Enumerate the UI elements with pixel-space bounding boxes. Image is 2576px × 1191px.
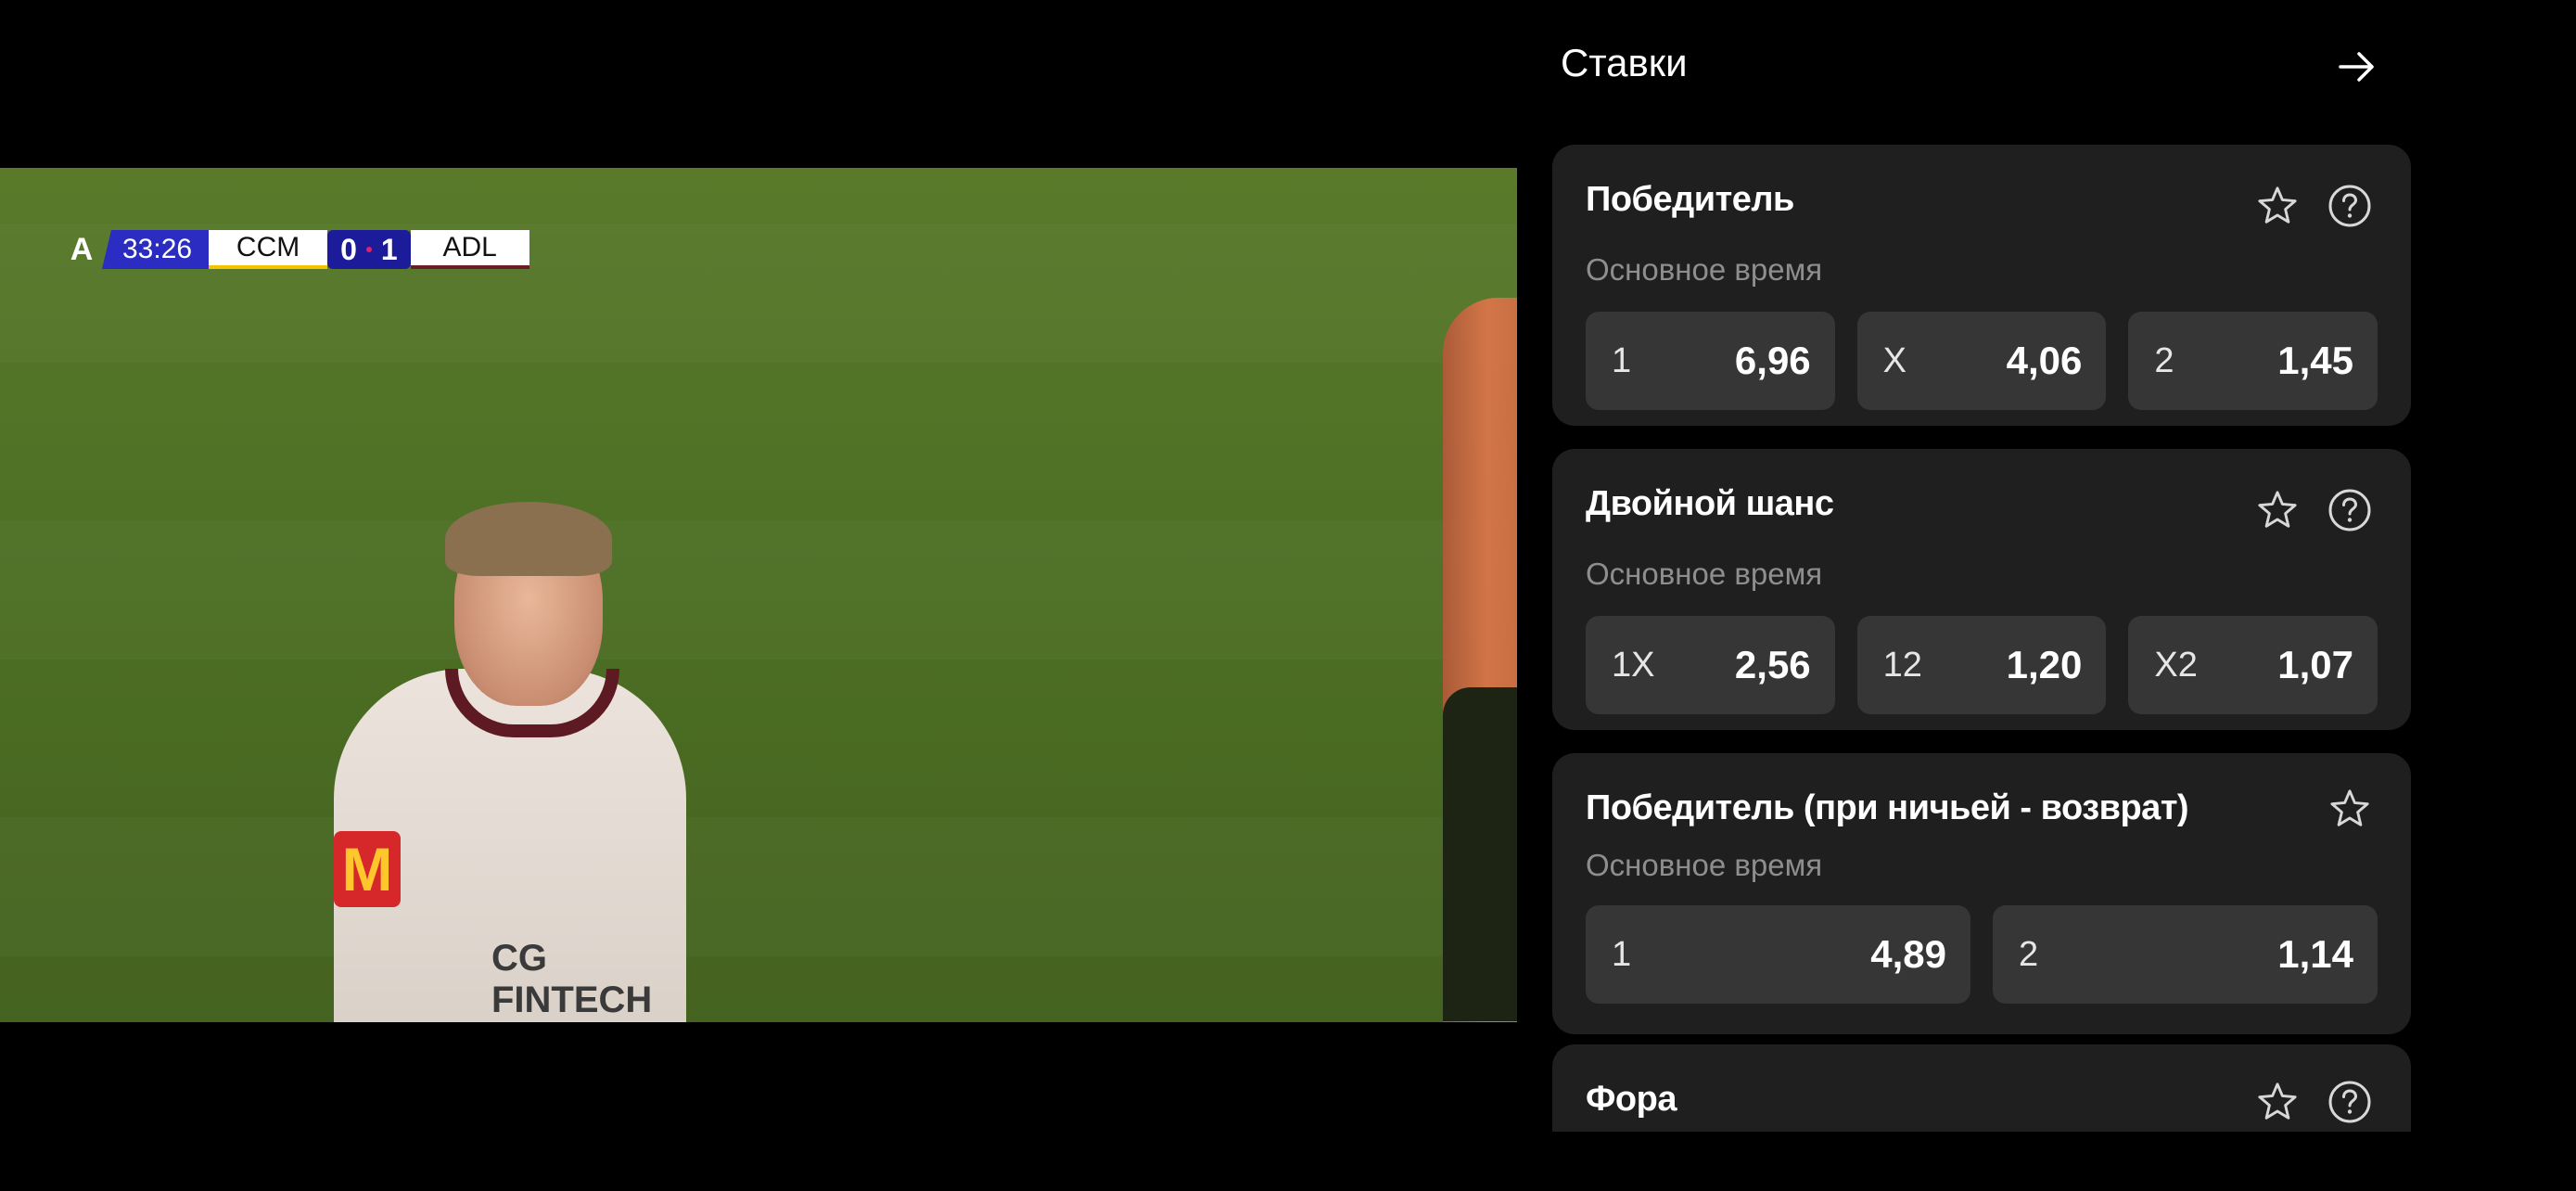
- arrow-right-icon: [2339, 52, 2374, 82]
- odd-value: 2,56: [1734, 643, 1811, 686]
- star-icon: [2258, 1082, 2297, 1120]
- market-card: Победитель (при ничьей - возврат) Основн…: [1552, 753, 2411, 1034]
- market-title: Победитель: [1586, 180, 1794, 219]
- match-clock: 33:26: [102, 230, 210, 269]
- panel-title: Ставки: [1561, 41, 1688, 84]
- star-icon: [2258, 186, 2297, 224]
- away-score: 1: [380, 232, 398, 266]
- odd-button[interactable]: 2 1,14: [1993, 905, 2378, 1004]
- close-panel-button[interactable]: [2335, 45, 2379, 89]
- odd-button[interactable]: 1 4,89: [1586, 905, 1970, 1004]
- odd-label: 12: [1882, 645, 1922, 685]
- odds-row: 1 4,89 2 1,14: [1586, 905, 2378, 1004]
- star-icon: [2258, 491, 2297, 528]
- favorite-button[interactable]: [2253, 486, 2302, 534]
- question-icon: [2328, 489, 2371, 531]
- star-icon: [2330, 789, 2369, 826]
- odd-label: 1X: [1612, 645, 1655, 685]
- odd-label: 1: [1612, 934, 1632, 974]
- match-score: 0 1: [327, 230, 411, 269]
- odd-button[interactable]: X2 1,07: [2128, 616, 2378, 714]
- help-button[interactable]: [2326, 1078, 2374, 1126]
- app-root: M CG FINTECH A 33:26 CCM 0 1 ADL Ставки …: [0, 0, 2576, 1191]
- question-icon: [2328, 185, 2371, 227]
- odd-label: 1: [1612, 340, 1632, 380]
- player-figure: M CG FINTECH: [315, 502, 705, 1022]
- odd-label: 2: [2019, 934, 2039, 974]
- odd-button[interactable]: 1X 2,56: [1586, 616, 1835, 714]
- odd-value: 6,96: [1734, 339, 1811, 382]
- odds-row: 1X 2,56 12 1,20 X2 1,07: [1586, 616, 2378, 714]
- odd-button[interactable]: 1 6,96: [1586, 312, 1835, 410]
- market-card: Фора: [1552, 1044, 2411, 1132]
- home-score: 0: [340, 232, 357, 266]
- odd-label: X2: [2154, 645, 2198, 685]
- player-hair: [445, 502, 612, 576]
- help-button[interactable]: [2326, 182, 2374, 230]
- odd-value: 1,20: [2006, 643, 2083, 686]
- market-period: Основное время: [1586, 848, 1823, 882]
- question-icon: [2328, 1081, 2371, 1123]
- market-period: Основное время: [1586, 557, 1823, 591]
- market-title: Двойной шанс: [1586, 484, 1834, 523]
- help-button[interactable]: [2326, 486, 2374, 534]
- shirt-sponsor: CG FINTECH: [491, 938, 653, 1020]
- odds-row: 1 6,96 X 4,06 2 1,45: [1586, 312, 2378, 410]
- market-title: Победитель (при ничьей - возврат): [1586, 788, 2189, 827]
- score-bug: A 33:26 CCM 0 1 ADL: [61, 230, 529, 269]
- video-player[interactable]: M CG FINTECH: [0, 168, 1517, 1022]
- markets-list[interactable]: Победитель Основное время 1 6,96 X 4,06 …: [1552, 145, 2411, 1132]
- market-card: Победитель Основное время 1 6,96 X 4,06 …: [1552, 145, 2411, 426]
- favorite-button[interactable]: [2326, 785, 2374, 833]
- pitch-stripe: [0, 817, 1517, 956]
- odd-label: 2: [2154, 340, 2174, 380]
- odd-button[interactable]: X 4,06: [1856, 312, 2107, 410]
- referee-shorts: [1443, 687, 1517, 1021]
- league-logo: A: [70, 231, 94, 267]
- away-team: ADL: [410, 230, 529, 269]
- favorite-button[interactable]: [2253, 182, 2302, 230]
- sponsor-badge: M: [334, 831, 401, 907]
- odd-value: 4,06: [2006, 339, 2083, 382]
- pitch-stripe: [0, 520, 1517, 660]
- score-separator: [365, 247, 372, 252]
- market-title: Фора: [1586, 1080, 1677, 1119]
- odd-button[interactable]: 2 1,45: [2128, 312, 2378, 410]
- home-team: CCM: [209, 230, 328, 269]
- market-period: Основное время: [1586, 252, 1823, 287]
- odd-value: 1,14: [2277, 932, 2353, 976]
- odd-label: X: [1882, 340, 1907, 380]
- odd-value: 1,07: [2277, 643, 2354, 686]
- odd-button[interactable]: 12 1,20: [1856, 616, 2107, 714]
- odd-value: 1,45: [2277, 339, 2354, 382]
- odd-value: 4,89: [1870, 932, 1946, 976]
- favorite-button[interactable]: [2253, 1078, 2302, 1126]
- market-card: Двойной шанс Основное время 1X 2,56 12 1…: [1552, 449, 2411, 730]
